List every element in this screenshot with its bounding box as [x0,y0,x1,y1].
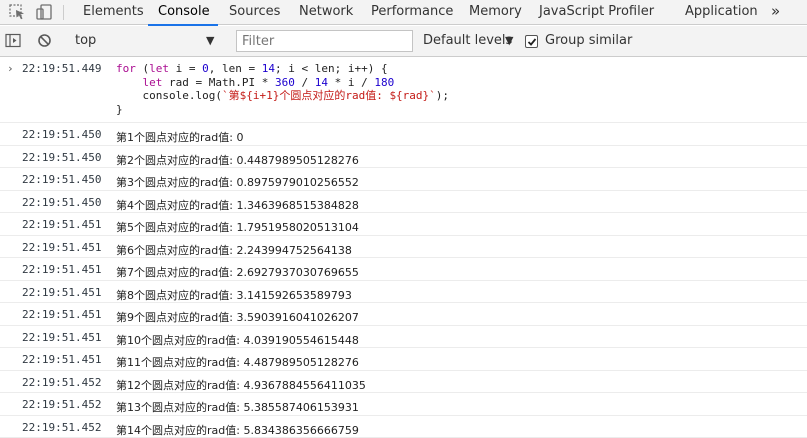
timestamp: 22:19:51.451 [22,263,102,276]
code-keyword: for [116,62,136,75]
code-number: 180 [374,75,395,89]
clear-console-button[interactable] [37,26,55,56]
log-row: 22:19:51.452 第12个圆点对应的rad值: 4.93678845564… [0,371,807,393]
devtools-tab-bar: Elements Console Sources Network Perform… [0,0,807,26]
log-message[interactable]: 第1个圆点对应的rad值: 0 [116,129,243,145]
tab-label: Network [299,4,354,19]
tab-application[interactable]: Application [685,0,758,25]
code-number: 360 [274,75,295,89]
tab-label: Sources [229,4,281,19]
log-row: 22:19:51.452 第14个圆点对应的rad值: 5.83438635666… [0,416,807,438]
timestamp: 22:19:51.451 [22,240,102,254]
tab-label: Console [158,4,210,19]
timestamp: 22:19:51.451 [22,308,102,321]
code-keyword: let [142,75,163,89]
timestamp: 22:19:51.450 [22,195,102,209]
log-row: 22:19:51.451 第10个圆点对应的rad值: 4.03919055461… [0,326,807,348]
code-line: console.log(`第${i+1}个圆点对应的rad值: ${rad}`)… [116,89,450,103]
code-string: `第${i+1}个圆点对应的rad值: ${rad}` [221,89,436,103]
timestamp: 22:19:51.452 [22,398,102,411]
tab-sources[interactable]: Sources [229,0,280,25]
group-similar-label[interactable]: Group similar [545,26,632,56]
log-row: 22:19:51.451 第7个圆点对应的rad值: 2.692793703076… [0,258,807,281]
tab-elements[interactable]: Elements [83,0,144,25]
tab-bar-separator [63,5,64,20]
log-message[interactable]: 第9个圆点对应的rad值: 3.5903916041026207 [116,309,359,325]
log-message[interactable]: 第3个圆点对应的rad值: 0.8975979010256552 [116,174,359,190]
log-row: 22:19:51.450 第4个圆点对应的rad值: 1.346396851538… [0,191,807,213]
timestamp: 22:19:51.451 [22,218,102,231]
log-row: 22:19:51.451 第8个圆点对应的rad值: 3.141592653589… [0,281,807,303]
tab-performance[interactable]: Performance [371,0,453,25]
timestamp: 22:19:51.451 [22,330,102,344]
timestamp: 22:19:51.450 [22,173,102,186]
code-line: let rad = Math.PI * 360 / 14 * i / 180 [142,75,395,89]
log-message[interactable]: 第7个圆点对应的rad值: 2.6927937030769655 [116,264,359,280]
filter-input[interactable] [236,30,413,52]
execution-context-selector[interactable]: top [75,26,96,56]
timestamp: 22:19:51.449 [22,62,102,75]
code-number: 14 [314,75,328,89]
log-message[interactable]: 第10个圆点对应的rad值: 4.039190554615448 [116,332,359,348]
console-messages: › 22:19:51.449 for (let i = 0, len = 14;… [0,57,807,438]
tab-label: Performance [371,4,454,19]
tab-label: Memory [469,4,522,19]
show-sidebar-button[interactable] [5,26,23,56]
code-line: } [116,102,123,116]
tab-network[interactable]: Network [299,0,353,25]
inspect-element-button[interactable] [4,0,32,25]
code-keyword: let [149,62,169,75]
tab-label: Application [685,4,758,19]
code-number: 0 [202,62,209,75]
log-row: 22:19:51.450 第2个圆点对应的rad值: 0.448798950512… [0,146,807,168]
tab-label: Elements [83,4,144,19]
code-line: for (let i = 0, len = 14; i < len; i++) … [116,62,388,75]
console-toolbar: top ▼ Default levels ▼ Group similar [0,26,807,57]
log-row: 22:19:51.451 第6个圆点对应的rad值: 2.243994752564… [0,236,807,258]
input-prompt-icon: › [7,62,14,75]
timestamp: 22:19:51.450 [22,150,102,164]
device-toolbar-button[interactable] [31,0,59,25]
group-similar-checkbox[interactable] [525,35,538,48]
clear-console-icon [38,34,51,47]
log-message[interactable]: 第12个圆点对应的rad值: 4.9367884556411035 [116,377,366,393]
log-message[interactable]: 第13个圆点对应的rad值: 5.385587406153931 [116,399,359,415]
log-row: 22:19:51.450 第3个圆点对应的rad值: 0.897597901025… [0,168,807,191]
tab-console[interactable]: Console [148,0,218,26]
log-row: 22:19:51.451 第11个圆点对应的rad值: 4.48798950512… [0,348,807,371]
dropdown-arrow-icon[interactable]: ▼ [505,34,513,47]
log-message[interactable]: 第6个圆点对应的rad值: 2.243994752564138 [116,242,352,258]
device-toolbar-icon [36,4,52,20]
log-row: 22:19:51.451 第5个圆点对应的rad值: 1.795195802051… [0,213,807,236]
log-row: 22:19:51.450 第1个圆点对应的rad值: 0 [0,123,807,146]
log-message[interactable]: 第2个圆点对应的rad值: 0.4487989505128276 [116,152,359,168]
inspect-element-icon [9,4,24,20]
code-block[interactable]: for (let i = 0, len = 14; i < len; i++) … [116,62,449,116]
tab-memory[interactable]: Memory [469,0,522,25]
show-sidebar-icon [5,33,21,48]
more-tabs-icon[interactable]: » [771,0,780,25]
log-message[interactable]: 第14个圆点对应的rad值: 5.834386356666759 [116,422,359,438]
timestamp: 22:19:51.452 [22,420,102,434]
timestamp: 22:19:51.451 [22,285,102,299]
timestamp: 22:19:51.450 [22,128,102,141]
log-message[interactable]: 第4个圆点对应的rad值: 1.3463968515384828 [116,197,359,213]
log-levels-dropdown[interactable]: Default levels [423,26,512,56]
log-message[interactable]: 第11个圆点对应的rad值: 4.487989505128276 [116,354,359,370]
log-row: 22:19:51.452 第13个圆点对应的rad值: 5.38558740615… [0,393,807,416]
timestamp: 22:19:51.452 [22,375,102,389]
code-number: 14 [261,62,275,75]
dropdown-arrow-icon[interactable]: ▼ [206,34,214,47]
tab-javascript-profiler[interactable]: JavaScript Profiler [539,0,654,25]
log-message[interactable]: 第8个圆点对应的rad值: 3.141592653589793 [116,287,352,303]
tab-label: JavaScript Profiler [539,4,655,19]
console-input-entry: › 22:19:51.449 for (let i = 0, len = 14;… [0,57,807,123]
log-row: 22:19:51.451 第9个圆点对应的rad值: 3.590391604102… [0,303,807,326]
checkmark-icon [527,38,537,46]
log-message[interactable]: 第5个圆点对应的rad值: 1.7951958020513104 [116,219,359,235]
timestamp: 22:19:51.451 [22,353,102,366]
